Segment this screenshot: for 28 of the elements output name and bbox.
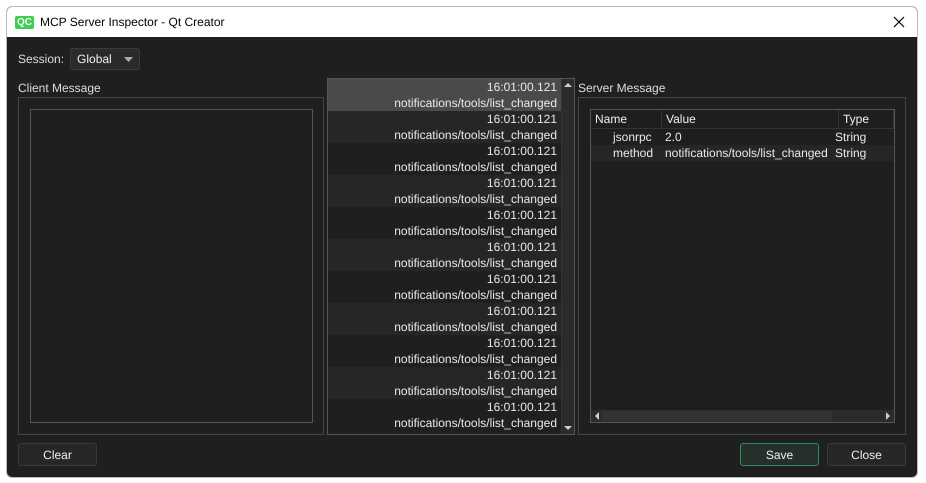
session-dropdown[interactable]: Global [70,48,140,70]
table-cell-text: jsonrpc [612,129,653,145]
message-item[interactable]: 16:01:00.121 notifications/tools/list_changed [328,239,561,271]
client-message-label: Client Message [18,80,102,97]
app-logo: QC [15,16,34,28]
save-button[interactable]: Save [740,443,819,466]
server-message-label: Server Message [578,80,666,97]
table-cell-text: method [612,145,654,161]
session-label: Session: [18,52,64,66]
message-item[interactable]: 16:01:00.121 notifications/tools/list_changed [328,175,561,207]
column-header[interactable]: Type [839,110,894,128]
message-item[interactable]: 16:01:00.121 notifications/tools/list_changed [328,79,561,111]
scrollbar[interactable] [561,79,574,434]
table-cell-text: String [834,145,868,161]
close-button[interactable]: Close [827,443,906,466]
close-icon[interactable] [893,16,905,28]
message-item[interactable]: 16:01:00.121 notifications/tools/list_changed [328,111,561,143]
column-header[interactable]: Name [591,110,662,128]
message-item[interactable]: 16:01:00.121 notifications/tools/list_changed [328,303,561,335]
horizontal-scrollbar[interactable] [591,410,894,422]
column-header[interactable]: Value [662,110,839,128]
caret-icon [124,56,134,62]
table-cell-text: String [834,129,868,145]
message-item[interactable]: 16:01:00.121 notifications/tools/list_changed [328,367,561,399]
window-title: MCP Server Inspector - Qt Creator [40,15,224,29]
table-cell-text: notifications/tools/list_changed [664,145,829,161]
clear-button[interactable]: Clear [18,443,97,466]
table-cell-text: 2.0 [664,129,683,145]
